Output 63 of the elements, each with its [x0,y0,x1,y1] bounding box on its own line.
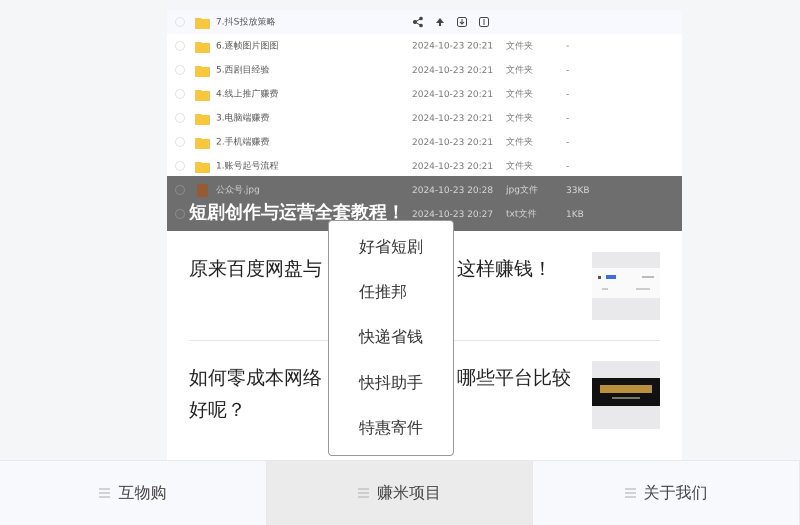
file-type: 文件夹 [506,136,534,148]
row-checkbox[interactable] [175,209,185,219]
nav-tab[interactable]: 关于我们 [533,461,800,525]
file-type: jpg文件 [506,184,539,196]
modified-date: 2024-10-23 20:21 [412,89,494,99]
menu-icon [624,488,636,498]
article-title[interactable]: 好呢？ [189,397,246,423]
modified-date: 2024-10-23 20:21 [412,161,494,171]
file-name[interactable]: 3.电脑端赚费 [216,112,392,124]
folder-icon [195,16,210,28]
menu-item[interactable]: 快递省钱 [359,327,453,348]
file-type: 文件夹 [506,40,534,52]
menu-item[interactable]: 快抖助手 [359,372,453,394]
nav-label: 关于我们 [644,482,708,504]
nav-tab[interactable]: 赚米项目 [266,461,534,525]
modified-date: 2024-10-23 20:21 [412,41,494,51]
file-size: - [566,65,570,75]
file-type: 文件夹 [506,88,534,100]
menu-item[interactable]: 任推邦 [359,282,453,304]
file-name[interactable]: 7.抖S投放策略 [216,16,392,28]
file-size: - [566,113,570,123]
menu-icon [99,488,110,498]
file-name[interactable]: 1.账号起号流程 [216,160,392,172]
info-icon[interactable] [478,16,490,28]
file-type: 文件夹 [506,112,534,124]
menu-icon [358,488,369,498]
folder-icon [195,136,210,148]
article-title[interactable]: 哪些平台比较 [457,365,571,391]
file-type: 文件夹 [506,160,534,172]
file-size: 33KB [566,185,591,195]
file-type: txt文件 [506,208,538,220]
modified-date: 2024-10-23 20:21 [412,65,494,75]
file-name[interactable]: 2.手机端赚费 [216,136,392,148]
file-name[interactable]: 6.逐帧图片图图 [216,40,392,52]
row-checkbox[interactable] [175,185,185,195]
nav-label: 互物购 [118,482,166,504]
file-size: - [566,137,570,147]
modified-date: 2024-10-23 20:21 [412,137,494,147]
nav-tab[interactable]: 互物购 [0,461,267,525]
modified-date: 2024-10-23 20:28 [412,185,494,195]
caption-text: 短剧创作与运营全套教程！ [189,203,405,223]
folder-icon [195,112,210,124]
folder-icon [195,88,210,100]
modified-date: 2024-10-23 20:27 [412,209,494,219]
menu-item[interactable]: 特惠寄件 [359,418,453,439]
article-title[interactable]: 这样赚钱！ [457,256,552,282]
upload-icon[interactable] [434,16,446,28]
file-name[interactable]: 4.线上推广赚费 [216,88,392,100]
file-size: - [566,89,570,99]
folder-icon [195,40,210,52]
file-type: 文件夹 [506,64,534,76]
file-size: - [566,41,570,51]
folder-icon [195,160,210,172]
file-size: 1KB [566,209,585,219]
image-file-icon [195,184,210,196]
nav-label: 赚米项目 [377,482,441,504]
download-icon[interactable] [456,16,468,28]
menu-item[interactable]: 好省短剧 [359,237,453,258]
share-icon[interactable] [412,16,424,28]
file-name[interactable]: 5.西剧目经验 [216,64,392,76]
modified-date: 2024-10-23 20:21 [412,113,494,123]
folder-icon [195,64,210,76]
file-size: - [566,161,570,171]
